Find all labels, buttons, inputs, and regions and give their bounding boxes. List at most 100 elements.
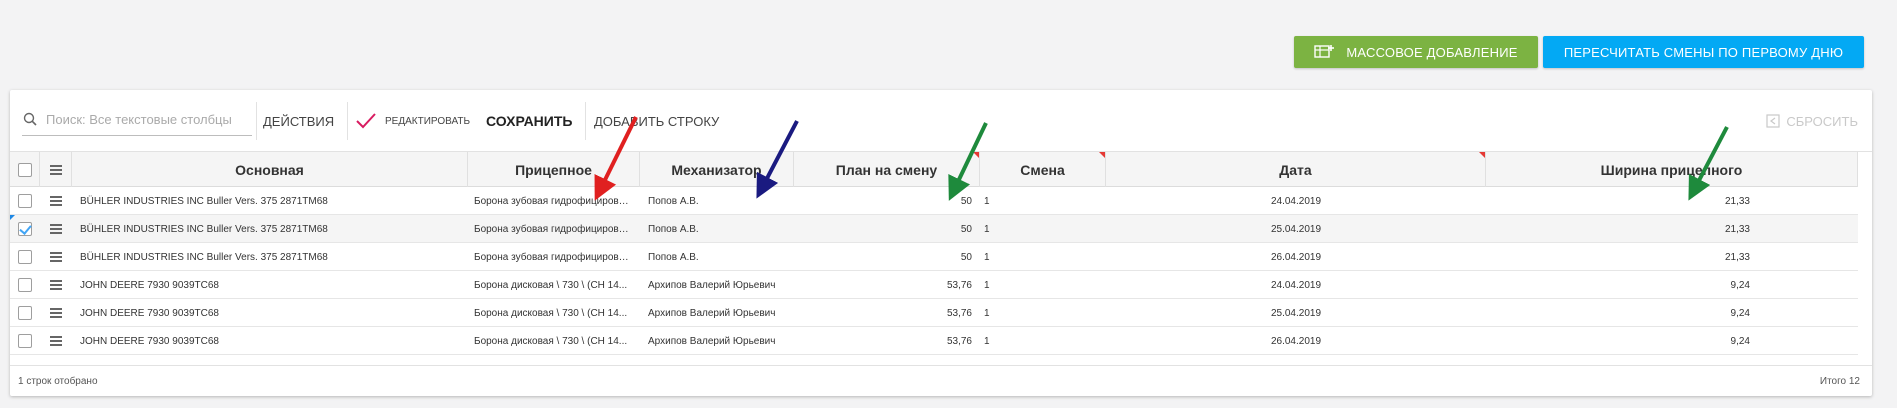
cell-trailer[interactable]: Борона дисковая \ 730 \ (СН 14... [474, 271, 634, 299]
cell-shift[interactable]: 1 [984, 243, 1024, 271]
actions-button[interactable]: ДЕЙСТВИЯ [263, 90, 334, 152]
table-row[interactable]: JOHN DEERE 7930 9039ТС68 Борона дисковая … [10, 327, 1858, 355]
cell-plan[interactable]: 53,76 [794, 271, 972, 299]
cell-trailer[interactable]: Борона дисковая \ 730 \ (СН 14... [474, 327, 634, 355]
row-control-cell[interactable] [40, 327, 72, 355]
table-row[interactable]: JOHN DEERE 7930 9039ТС68 Борона дисковая … [10, 299, 1858, 327]
reset-icon [1766, 114, 1780, 128]
cell-plan[interactable]: 50 [794, 243, 972, 271]
row-menu-icon[interactable] [50, 252, 62, 262]
cell-plan[interactable]: 50 [794, 215, 972, 243]
column-header-shift[interactable]: Смена [980, 152, 1106, 187]
cell-shift[interactable]: 1 [984, 299, 1024, 327]
cell-shift[interactable]: 1 [984, 271, 1024, 299]
row-control-cell[interactable] [40, 243, 72, 271]
row-control-cell[interactable] [40, 187, 72, 215]
cell-date-text: 26.04.2019 [1270, 251, 1322, 263]
row-checkbox[interactable] [18, 250, 32, 264]
cell-main[interactable]: JOHN DEERE 7930 9039ТС68 [80, 271, 460, 299]
cell-operator[interactable]: Архипов Валерий Юрьевич [648, 327, 798, 355]
cell-operator[interactable]: Архипов Валерий Юрьевич [648, 271, 798, 299]
cell-shift[interactable]: 1 [984, 215, 1024, 243]
cell-date[interactable]: 26.04.2019 [1106, 243, 1486, 271]
cell-plan[interactable]: 50 [794, 187, 972, 215]
column-header-plan[interactable]: План на смену [794, 152, 980, 187]
cell-trailer[interactable]: Борона дисковая \ 730 \ (СН 14... [474, 299, 634, 327]
mass-add-button[interactable]: МАССОВОЕ ДОБАВЛЕНИЕ [1294, 36, 1538, 68]
table-row[interactable]: BÜHLER INDUSTRIES INC Buller Vers. 375 2… [10, 215, 1858, 243]
row-control-cell[interactable] [40, 215, 72, 243]
row-menu-icon[interactable] [50, 308, 62, 318]
row-menu-icon[interactable] [50, 280, 62, 290]
row-control-cell[interactable] [10, 299, 40, 327]
cell-main[interactable]: BÜHLER INDUSTRIES INC Buller Vers. 375 2… [80, 215, 460, 243]
row-control-cell[interactable] [40, 271, 72, 299]
cell-trailer[interactable]: Борона зубовая гидрофицированная [474, 215, 634, 243]
cell-main[interactable]: BÜHLER INDUSTRIES INC Buller Vers. 375 2… [80, 187, 460, 215]
row-checkbox[interactable] [18, 222, 32, 236]
cell-date[interactable]: 26.04.2019 [1106, 327, 1486, 355]
cell-date[interactable]: 25.04.2019 [1106, 215, 1486, 243]
cell-operator-text: Попов А.В. [648, 251, 699, 263]
row-control-cell[interactable] [10, 327, 40, 355]
cell-width[interactable]: 9,24 [1486, 299, 1750, 327]
mass-add-label: МАССОВОЕ ДОБАВЛЕНИЕ [1346, 44, 1518, 60]
column-header-operator[interactable]: Механизатор [640, 152, 794, 187]
select-all-checkbox[interactable] [17, 162, 32, 177]
table-add-icon [1314, 45, 1335, 58]
cell-shift[interactable]: 1 [984, 327, 1024, 355]
cell-date[interactable]: 24.04.2019 [1106, 271, 1486, 299]
row-control-cell[interactable] [10, 215, 40, 243]
add-row-label: ДОБАВИТЬ СТРОКУ [594, 113, 720, 129]
cell-width[interactable]: 21,33 [1486, 215, 1750, 243]
column-header-date[interactable]: Дата [1106, 152, 1486, 187]
cell-width-text: 21,33 [1724, 195, 1750, 207]
row-menu-icon[interactable] [50, 224, 62, 234]
cell-main[interactable]: JOHN DEERE 7930 9039ТС68 [80, 299, 460, 327]
row-menu-icon[interactable] [50, 336, 62, 346]
column-header-width[interactable]: Ширина прицепного [1486, 152, 1858, 187]
cell-width[interactable]: 9,24 [1486, 327, 1750, 355]
row-checkbox[interactable] [18, 334, 32, 348]
table-row[interactable]: JOHN DEERE 7930 9039ТС68 Борона дисковая … [10, 271, 1858, 299]
cell-main[interactable]: BÜHLER INDUSTRIES INC Buller Vers. 375 2… [80, 243, 460, 271]
row-checkbox[interactable] [18, 194, 32, 208]
column-header-main[interactable]: Основная [72, 152, 468, 187]
recalc-shifts-label: ПЕРЕСЧИТАТЬ СМЕНЫ ПО ПЕРВОМУ ДНЮ [1563, 44, 1844, 60]
row-checkbox[interactable] [18, 278, 32, 292]
cell-plan-text: 50 [960, 195, 972, 207]
cell-shift[interactable]: 1 [984, 187, 1024, 215]
search-icon [23, 112, 37, 126]
add-row-button[interactable]: ДОБАВИТЬ СТРОКУ [594, 90, 719, 152]
edit-toggle[interactable]: РЕДАКТИРОВАТЬ [355, 90, 470, 152]
reset-button[interactable]: СБРОСИТЬ [1766, 90, 1858, 152]
column-header-trailer[interactable]: Прицепное [468, 152, 640, 187]
row-checkbox[interactable] [18, 306, 32, 320]
cell-trailer[interactable]: Борона зубовая гидрофицированная [474, 243, 634, 271]
save-button[interactable]: СОХРАНИТЬ [486, 90, 572, 152]
cell-width[interactable]: 21,33 [1486, 187, 1750, 215]
cell-width[interactable]: 9,24 [1486, 271, 1750, 299]
menu-icon[interactable] [49, 164, 62, 175]
cell-operator[interactable]: Попов А.В. [648, 243, 798, 271]
cell-trailer[interactable]: Борона зубовая гидрофицированная [474, 187, 634, 215]
cell-main-text: BÜHLER INDUSTRIES INC Buller Vers. 375 2… [80, 251, 328, 263]
row-control-cell[interactable] [10, 271, 40, 299]
table-row[interactable]: BÜHLER INDUSTRIES INC Buller Vers. 375 2… [10, 187, 1858, 215]
row-control-cell[interactable] [10, 187, 40, 215]
recalc-shifts-button[interactable]: ПЕРЕСЧИТАТЬ СМЕНЫ ПО ПЕРВОМУ ДНЮ [1543, 36, 1864, 68]
row-control-cell[interactable] [10, 243, 40, 271]
cell-operator[interactable]: Архипов Валерий Юрьевич [648, 299, 798, 327]
cell-operator[interactable]: Попов А.В. [648, 215, 798, 243]
cell-plan[interactable]: 53,76 [794, 327, 972, 355]
cell-operator[interactable]: Попов А.В. [648, 187, 798, 215]
cell-plan[interactable]: 53,76 [794, 299, 972, 327]
search-input[interactable] [46, 112, 236, 127]
cell-width[interactable]: 21,33 [1486, 243, 1750, 271]
cell-date[interactable]: 25.04.2019 [1106, 299, 1486, 327]
row-menu-icon[interactable] [50, 196, 62, 206]
table-row[interactable]: BÜHLER INDUSTRIES INC Buller Vers. 375 2… [10, 243, 1858, 271]
cell-date[interactable]: 24.04.2019 [1106, 187, 1486, 215]
row-control-cell[interactable] [40, 299, 72, 327]
cell-main[interactable]: JOHN DEERE 7930 9039ТС68 [80, 327, 460, 355]
